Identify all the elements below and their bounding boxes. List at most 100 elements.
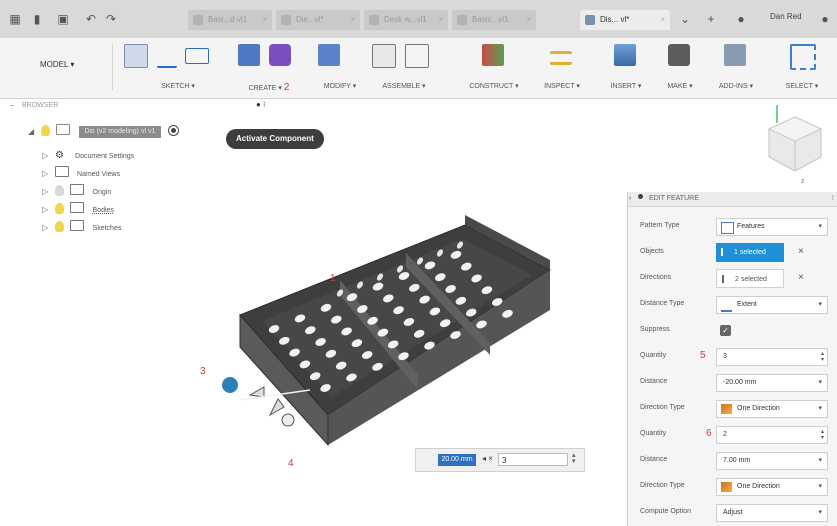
close-icon[interactable]: × — [526, 10, 531, 30]
row-distance-2: Distance 7.00 mm ▾ — [628, 448, 837, 474]
close-icon[interactable]: × — [350, 10, 355, 30]
file-icon[interactable]: ▮ — [30, 12, 44, 26]
redo-icon[interactable]: ↷ — [104, 12, 118, 26]
clear-selection-icon[interactable]: × — [798, 272, 804, 283]
objects-selection-button[interactable]: 1 selected — [716, 243, 784, 262]
assemble-menu[interactable]: ASSEMBLE ▾ — [372, 82, 436, 90]
rectangle-icon[interactable] — [185, 48, 210, 64]
tree-item-sketches[interactable]: ▷ Sketches — [42, 219, 121, 235]
view-cube[interactable]: z — [765, 105, 825, 185]
suppress-checkbox[interactable]: ✓ — [720, 325, 731, 336]
insert-image-icon[interactable] — [614, 44, 636, 66]
tree-item-document-settings[interactable]: ▷ ⚙ Document Settings — [42, 147, 134, 163]
close-icon[interactable]: × — [438, 10, 443, 30]
document-icon — [369, 15, 379, 25]
compute-option-select[interactable]: Adjust ▾ — [716, 504, 828, 522]
visibility-bulb-icon[interactable] — [54, 185, 64, 196]
collapse-icon[interactable]: – — [10, 102, 14, 109]
inspect-menu[interactable]: INSPECT ▾ — [538, 82, 586, 90]
pattern-type-select[interactable]: Features ▾ — [716, 218, 828, 236]
add-ins-menu[interactable]: ADD-INS ▾ — [712, 82, 760, 90]
measure-icon[interactable] — [550, 51, 572, 65]
document-icon — [457, 15, 467, 25]
save-icon[interactable]: ▣ — [56, 12, 70, 26]
new-tab-icon[interactable]: + — [704, 12, 718, 26]
pattern-icon[interactable] — [268, 44, 291, 66]
activate-radio-icon[interactable] — [167, 125, 179, 136]
expand-triangle-icon[interactable]: ▷ — [42, 184, 52, 200]
extrude-icon[interactable] — [238, 44, 260, 66]
clear-selection-icon[interactable]: × — [798, 246, 804, 257]
expand-triangle-icon[interactable]: ▷ — [42, 220, 52, 236]
select-menu[interactable]: SELECT ▾ — [776, 82, 828, 90]
quantity-stepper[interactable]: 2 ▴ ▾ — [716, 426, 828, 444]
distance-input[interactable]: 20.00 mm — [438, 454, 476, 466]
document-tab[interactable]: Die...vl* × — [276, 10, 360, 30]
document-tab[interactable]: Basic...vl1 × — [452, 10, 536, 30]
pin-icon[interactable]: ● ⁝ — [256, 100, 266, 109]
insert-group: INSERT ▾ — [606, 44, 646, 96]
3d-model-tray[interactable] — [200, 215, 560, 475]
user-name[interactable]: Dan Red — [770, 12, 802, 21]
document-icon — [281, 15, 291, 25]
chevron-down-icon[interactable]: ⌄ — [678, 12, 692, 26]
distance-type-select[interactable]: Extent ▾ — [716, 296, 828, 314]
tree-item-bodies[interactable]: ▷ Bodies — [42, 201, 114, 217]
tree-root[interactable]: ◢ Dis (v2 modeling) vl v1 — [28, 123, 179, 139]
title-bar: ▦ ▮ ▣ ↶ ↷ Basi...d vl1 × Die...vl* × Des… — [0, 0, 837, 39]
create-sketch-icon[interactable] — [124, 44, 148, 68]
select-icon[interactable] — [790, 44, 816, 70]
construct-menu[interactable]: CONSTRUCT ▾ — [460, 82, 528, 90]
grid-menu-icon[interactable]: ▦ — [8, 12, 22, 26]
press-pull-icon[interactable] — [318, 44, 340, 66]
job-status-icon[interactable]: ● — [734, 12, 748, 26]
distance-input[interactable]: -20.00 mm ▾ — [716, 374, 828, 392]
make-menu[interactable]: MAKE ▾ — [660, 82, 700, 90]
quantity-input[interactable]: 3 — [498, 453, 568, 466]
expand-triangle-icon[interactable]: ▷ — [42, 166, 52, 182]
expand-triangle-icon[interactable]: ▷ — [42, 202, 52, 218]
line-icon[interactable] — [156, 44, 177, 68]
dimension-input[interactable]: 20.00 mm ◂ × 3 ▴ ▾ — [415, 448, 585, 472]
document-tab-active[interactable]: Dis... vl* × — [580, 10, 670, 30]
collapse-arrow-icon[interactable]: ‹ — [629, 192, 631, 206]
visibility-bulb-icon[interactable] — [54, 203, 64, 214]
chevron-down-icon: ▾ — [818, 379, 822, 386]
document-tab[interactable]: Desk w...vl1 × — [364, 10, 448, 30]
scripts-icon[interactable] — [724, 44, 746, 66]
visibility-bulb-icon[interactable] — [54, 221, 64, 232]
document-tab[interactable]: Basi...d vl1 × — [188, 10, 272, 30]
workspace-switcher[interactable]: MODEL ▾ — [40, 60, 74, 69]
document-icon — [585, 15, 595, 25]
modify-menu[interactable]: MODIFY ▾ — [318, 82, 362, 90]
tree-item-origin[interactable]: ▷ Origin — [42, 183, 111, 199]
expand-triangle-icon[interactable]: ◢ — [28, 124, 38, 140]
close-icon[interactable]: × — [660, 10, 665, 30]
directions-selection-button[interactable]: 2 selected — [716, 269, 784, 288]
new-component-icon[interactable] — [372, 44, 396, 68]
distance-input[interactable]: 7.00 mm ▾ — [716, 452, 828, 470]
expand-triangle-icon[interactable]: ▷ — [42, 148, 52, 164]
create-menu[interactable]: CREATE ▾ 2 — [238, 82, 300, 93]
direction-type-select[interactable]: One Direction ▾ — [716, 400, 828, 418]
annotation-number: 5 — [700, 350, 706, 361]
insert-menu[interactable]: INSERT ▾ — [606, 82, 646, 90]
tree-item-named-views[interactable]: ▷ Named Views — [42, 165, 120, 181]
sketch-menu[interactable]: SKETCH ▾ — [124, 82, 232, 90]
panel-title: EDIT FEATURE — [648, 195, 699, 202]
stepper-icon[interactable]: ▴ ▾ — [572, 452, 576, 465]
stepper-icon[interactable]: ▴ ▾ — [821, 351, 824, 363]
arrow-icon: ◂ × — [482, 454, 493, 463]
direction-type-select[interactable]: One Direction ▾ — [716, 478, 828, 496]
visibility-bulb-icon[interactable] — [40, 125, 50, 136]
chevron-down-icon: ▾ — [818, 405, 822, 412]
quantity-stepper[interactable]: 3 ▴ ▾ — [716, 348, 828, 366]
close-icon[interactable]: × — [262, 10, 267, 30]
undo-icon[interactable]: ↶ — [84, 12, 98, 26]
offset-plane-icon[interactable] — [482, 44, 504, 66]
3d-print-icon[interactable] — [668, 44, 690, 66]
joint-icon[interactable] — [404, 44, 429, 68]
help-icon[interactable]: ● — [818, 12, 832, 26]
pin-icon[interactable]: ⁝ — [832, 192, 834, 206]
stepper-icon[interactable]: ▴ ▾ — [821, 429, 824, 441]
